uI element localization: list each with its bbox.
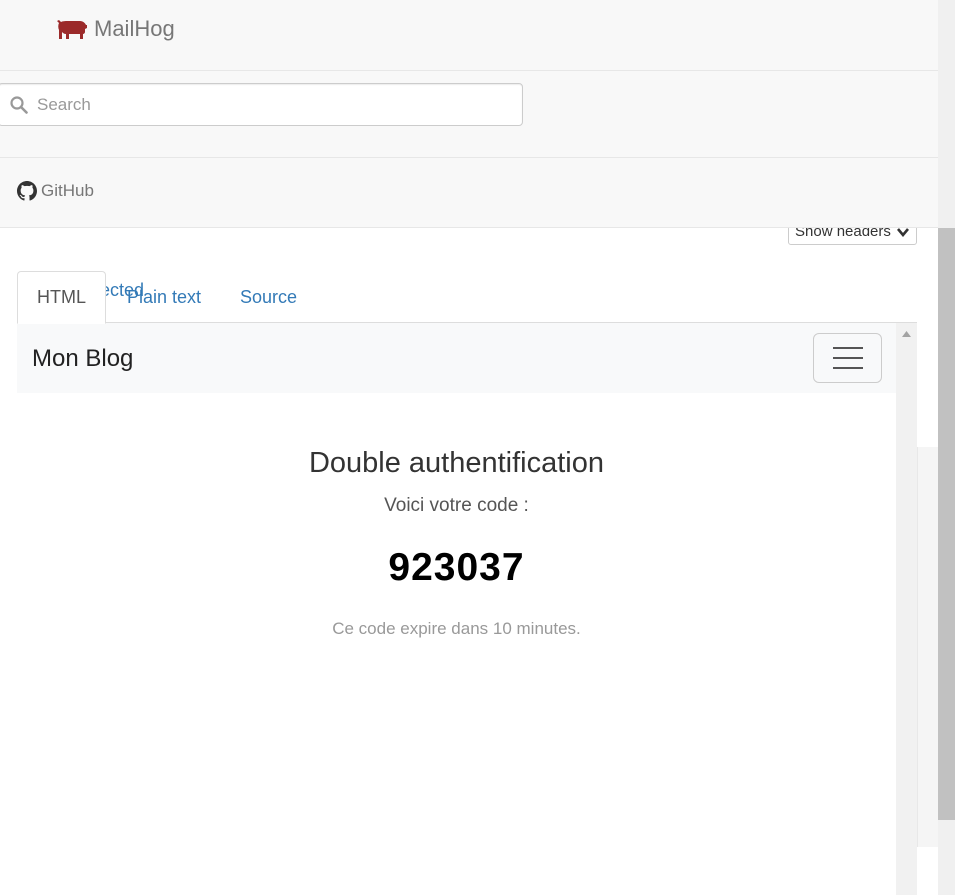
blog-brand[interactable]: Mon Blog [32, 345, 133, 373]
tab-html-label: HTML [37, 287, 86, 307]
email-title: Double authentification [308, 447, 605, 479]
github-label: GitHub [41, 181, 94, 200]
message-view-tabs: HTML Plain text Source [17, 271, 917, 324]
email-html-preview: Mon Blog Double authentification Voici v… [17, 323, 917, 895]
email-subtitle: Voici votre code : [384, 495, 529, 516]
preview-scrollbar[interactable] [896, 323, 917, 895]
verification-code: 923037 [388, 546, 525, 589]
top-navbar: MailHog GitHub [0, 0, 938, 228]
email-body: Double authentification Voici votre code… [17, 447, 896, 639]
message-status-text: ected [100, 280, 145, 300]
github-link[interactable]: GitHub [17, 181, 94, 201]
hamburger-icon-bar [832, 357, 863, 359]
email-blog-navbar: Mon Blog [17, 323, 896, 393]
hamburger-icon-bar [832, 347, 863, 349]
github-icon [17, 181, 37, 201]
mailhog-page: Show headers ected HTML Plain text Sourc… [0, 0, 955, 895]
brand-label: MailHog [94, 16, 175, 41]
expire-note: Ce code expire dans 10 minutes. [332, 619, 581, 638]
brand-link[interactable]: MailHog [56, 14, 175, 44]
navbar-toggler-button[interactable] [813, 333, 882, 383]
navbar-divider [0, 70, 938, 71]
tab-source-label: Source [240, 286, 298, 307]
tab-html[interactable]: HTML [17, 271, 106, 324]
content-side-panel [917, 447, 938, 847]
pig-icon [57, 20, 87, 39]
search-box [0, 83, 523, 126]
search-input[interactable] [0, 84, 522, 125]
page-scrollbar-thumb[interactable] [938, 228, 955, 820]
search-icon [10, 96, 28, 114]
tab-source[interactable]: Source [221, 271, 316, 323]
chevron-down-icon [897, 228, 909, 237]
navbar-divider [0, 157, 938, 158]
hamburger-icon-bar [832, 367, 863, 369]
scroll-up-arrow-icon[interactable] [902, 331, 911, 337]
